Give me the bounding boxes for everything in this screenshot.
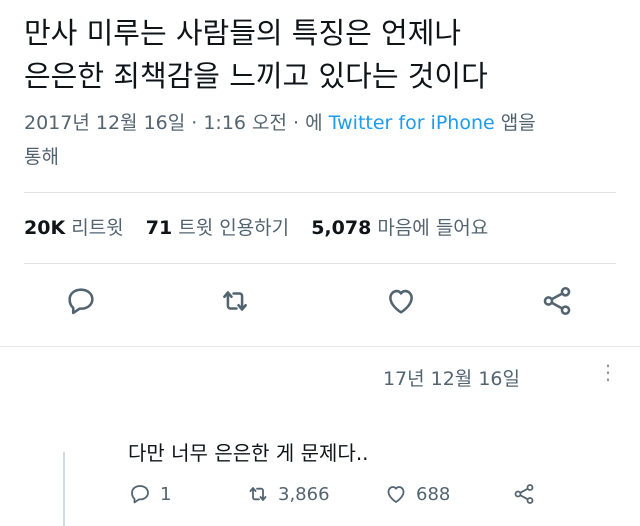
reply-text: 다만 너무 은은한 게 문제다.. (128, 441, 369, 465)
retweets-stat[interactable]: 20K 리트윗 (24, 217, 124, 239)
reply-reply-button[interactable]: 1 (128, 482, 171, 506)
divider (24, 192, 616, 193)
retweet-icon (249, 487, 267, 501)
reply-icon[interactable] (64, 284, 98, 318)
like-icon (387, 486, 405, 503)
likes-stat[interactable]: 5,078 마음에 들어요 (311, 217, 488, 239)
thread-line (63, 452, 65, 526)
quotes-stat[interactable]: 71 트윗 인용하기 (146, 217, 289, 239)
reply-like-button[interactable]: 688 (384, 482, 450, 506)
like-icon[interactable] (384, 284, 418, 318)
tweet-text: 만사 미루는 사람들의 특징은 언제나 은은한 죄책감을 느끼고 있다는 것이다 (24, 12, 624, 98)
tweet-source-suffix: 앱을 (500, 112, 536, 134)
reply-like-count: 688 (416, 483, 451, 505)
share-icon (514, 484, 534, 504)
retweet-icon[interactable] (218, 284, 252, 318)
reply-retweet-count: 3,866 (278, 483, 330, 505)
more-icon[interactable]: ⋮ (598, 362, 618, 382)
divider (24, 263, 616, 264)
reply-reply-count: 1 (160, 483, 172, 505)
tweet-stats: 20K 리트윗 71 트윗 인용하기 5,078 마음에 들어요 (24, 213, 504, 240)
reply-share-button[interactable] (512, 482, 536, 506)
tweet-actions (24, 284, 616, 328)
tweet-source-link[interactable]: Twitter for iPhone (329, 112, 495, 134)
tweet-text-line-2: 은은한 죄책감을 느끼고 있다는 것이다 (24, 59, 488, 93)
tweet-text-line-1: 만사 미루는 사람들의 특징은 언제나 (24, 16, 462, 50)
reply-icon (131, 485, 149, 504)
reply-retweet-button[interactable]: 3,866 (246, 482, 330, 506)
reply-separator (0, 346, 640, 347)
reply-date[interactable]: 17년 12월 16일 (383, 364, 520, 391)
tweet-source-suffix-2: 통해 (24, 146, 59, 168)
tweet-meta: 2017년 12월 16일 · 1:16 오전 · 에 Twitter for … (24, 106, 624, 174)
share-icon[interactable] (540, 284, 574, 318)
tweet-timestamp[interactable]: 2017년 12월 16일 · 1:16 오전 · 에 (24, 112, 323, 134)
